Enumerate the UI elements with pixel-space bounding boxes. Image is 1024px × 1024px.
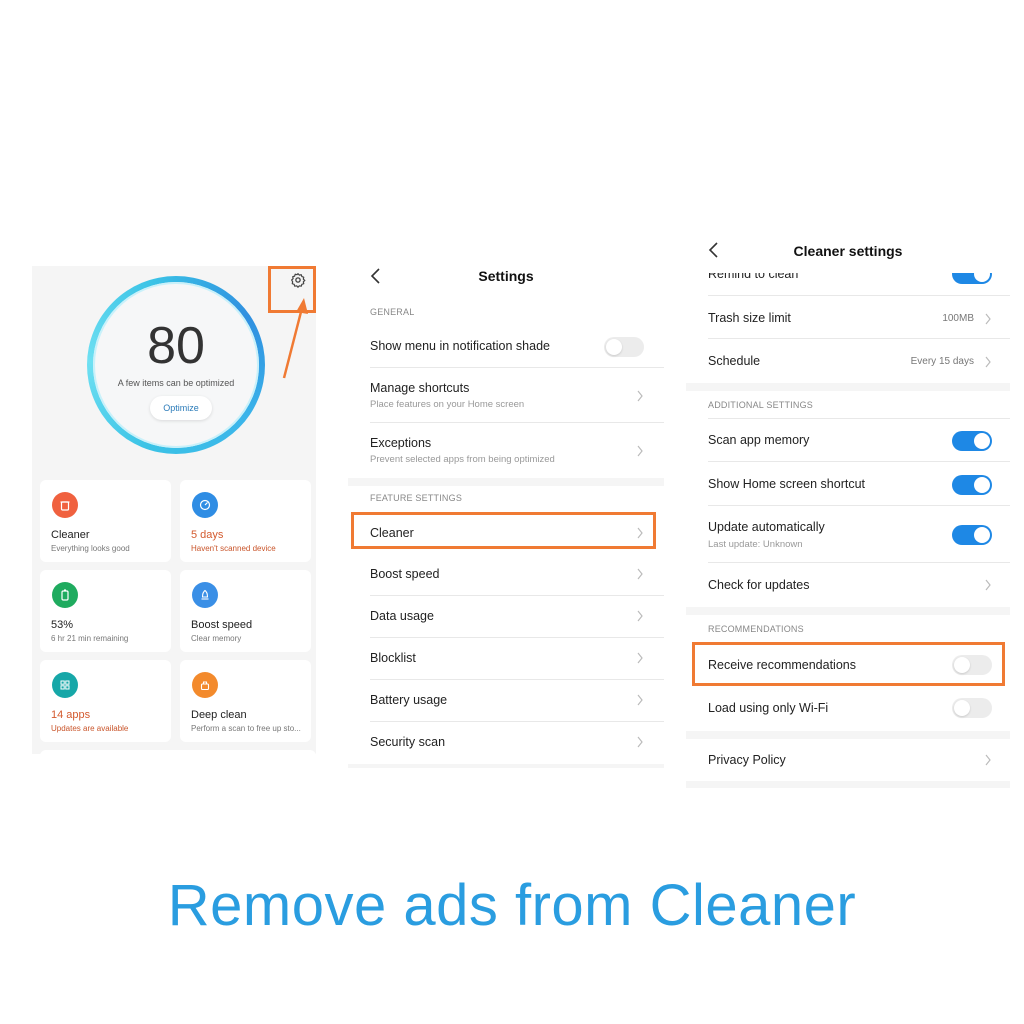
- chevron-right-icon: [637, 652, 643, 664]
- card-subtitle: Everything looks good: [51, 544, 130, 553]
- chevron-right-icon: [985, 313, 991, 325]
- apps-icon: [52, 672, 78, 698]
- shield-scan-icon: [192, 492, 218, 518]
- chevron-right-icon: [637, 390, 643, 402]
- card-title: Cleaner: [51, 529, 90, 541]
- home-shortcut-toggle[interactable]: [952, 475, 992, 495]
- chevron-right-icon: [985, 356, 991, 368]
- score-ring: 80 A few items can be optimized Optimize: [87, 276, 265, 454]
- score-value: 80: [147, 317, 205, 375]
- boost-speed-card[interactable]: Boost speed Clear memory: [180, 570, 311, 652]
- battery-icon: [52, 582, 78, 608]
- broom-icon: [192, 672, 218, 698]
- chevron-right-icon: [637, 568, 643, 580]
- trash-icon: [52, 492, 78, 518]
- card-title: 53%: [51, 619, 74, 631]
- feature-row-data-usage[interactable]: Data usage: [348, 596, 664, 638]
- schedule-value: Every 15 days: [910, 356, 974, 367]
- chevron-right-icon: [637, 610, 643, 622]
- scan-app-memory-toggle[interactable]: [952, 431, 992, 451]
- chevron-right-icon: [637, 736, 643, 748]
- card-title: 14 apps: [51, 709, 91, 721]
- chevron-right-icon: [985, 579, 991, 591]
- update-automatically-row[interactable]: Update automatically Last update: Unknow…: [686, 506, 1010, 563]
- cleaner-highlight-box: [351, 512, 656, 549]
- chevron-right-icon: [637, 445, 643, 457]
- header-bar: Cleaner settings: [686, 232, 1010, 273]
- card-subtitle: Clear memory: [191, 634, 242, 643]
- page-title: Cleaner settings: [793, 243, 903, 259]
- scan-app-memory-row[interactable]: Scan app memory: [686, 419, 1010, 462]
- wifi-only-toggle[interactable]: [952, 698, 992, 718]
- schedule-row[interactable]: Schedule Every 15 days: [686, 339, 1010, 383]
- security-scan-card[interactable]: 5 days Haven't scanned device: [180, 480, 311, 562]
- chevron-right-icon: [637, 694, 643, 706]
- home-shortcut-row[interactable]: Show Home screen shortcut: [686, 462, 1010, 506]
- check-for-updates-row[interactable]: Check for updates: [686, 563, 1010, 607]
- notification-shade-toggle[interactable]: [604, 337, 644, 357]
- chevron-right-icon: [985, 754, 991, 766]
- feature-row-security-scan[interactable]: Security scan: [348, 722, 664, 764]
- card-subtitle: Updates are available: [51, 724, 129, 733]
- arrow-annotation-icon: [282, 298, 308, 379]
- card-subtitle: Perform a scan to free up sto...: [191, 724, 301, 733]
- page-title: Settings: [478, 268, 534, 284]
- show-menu-row[interactable]: Show menu in notification shade: [348, 326, 664, 368]
- settings-screen: Settings GENERAL Show menu in notificati…: [348, 256, 664, 768]
- card-title: Deep clean: [191, 709, 247, 721]
- optimize-button[interactable]: Optimize: [150, 396, 212, 420]
- cleaner-settings-screen: Remind to clean Cleaner settings Trash s…: [686, 232, 1010, 788]
- feature-row-boost-speed[interactable]: Boost speed: [348, 554, 664, 596]
- exceptions-row[interactable]: Exceptions Prevent selected apps from be…: [348, 423, 664, 478]
- score-subtitle: A few items can be optimized: [117, 378, 235, 388]
- feature-row-battery-usage[interactable]: Battery usage: [348, 680, 664, 722]
- partial-card: [40, 750, 316, 754]
- wifi-only-row[interactable]: Load using only Wi-Fi: [686, 687, 1010, 731]
- cleaner-card[interactable]: Cleaner Everything looks good: [40, 480, 171, 562]
- manage-shortcuts-row[interactable]: Manage shortcuts Place features on your …: [348, 368, 664, 423]
- feature-row-blocklist[interactable]: Blocklist: [348, 638, 664, 680]
- rocket-icon: [192, 582, 218, 608]
- card-title: 5 days: [191, 529, 224, 541]
- caption-title: Remove ads from Cleaner: [167, 873, 857, 938]
- privacy-policy-row[interactable]: Privacy Policy: [686, 739, 1010, 781]
- recommendations-highlight-box: [692, 642, 1005, 686]
- card-title: Boost speed: [191, 619, 253, 631]
- battery-card[interactable]: 53% 6 hr 21 min remaining: [40, 570, 171, 652]
- update-automatically-toggle[interactable]: [952, 525, 992, 545]
- security-home-screen: 80 A few items can be optimized Optimize…: [32, 266, 316, 754]
- deep-clean-card[interactable]: Deep clean Perform a scan to free up sto…: [180, 660, 311, 742]
- trash-size-limit-row[interactable]: Trash size limit 100MB: [686, 296, 1010, 339]
- trash-size-value: 100MB: [942, 313, 974, 324]
- card-subtitle: 6 hr 21 min remaining: [51, 634, 129, 643]
- app-updates-card[interactable]: 14 apps Updates are available: [40, 660, 171, 742]
- card-subtitle: Haven't scanned device: [191, 544, 276, 553]
